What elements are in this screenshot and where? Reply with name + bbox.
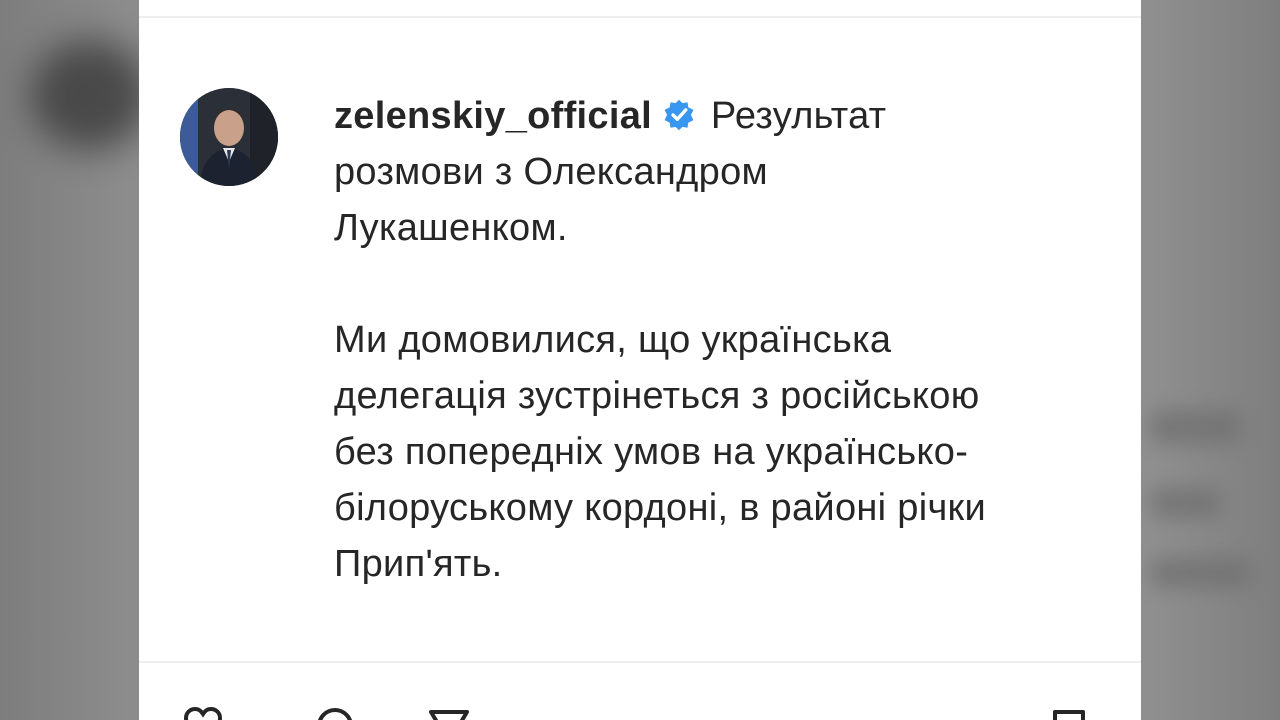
username-link[interactable]: zelenskiy_official	[334, 95, 652, 137]
bottom-divider	[139, 661, 1141, 663]
heart-icon[interactable]	[183, 706, 223, 720]
caption-line: білоруському кордоні, в районі річки	[334, 487, 986, 529]
action-bar	[139, 700, 1141, 720]
comment-icon[interactable]	[315, 706, 355, 720]
blurred-background-bar	[1150, 410, 1240, 444]
blurred-background-bar	[1150, 558, 1250, 588]
top-divider	[139, 16, 1141, 18]
blurred-background-shape	[30, 40, 150, 150]
avatar[interactable]	[180, 88, 278, 186]
caption-line: Прип'ять.	[334, 543, 503, 585]
caption-line: делегація зустрінеться з російською	[334, 375, 980, 417]
blurred-background-bar	[1150, 488, 1220, 518]
caption-first-line: zelenskiy_official Результат	[334, 88, 1124, 144]
caption-line: Ми домовилися, що українська	[334, 319, 892, 361]
caption-line: Результат	[710, 95, 887, 137]
caption-line: Лукашенком.	[334, 207, 568, 249]
avatar-portrait	[180, 88, 278, 186]
share-icon[interactable]	[429, 706, 469, 720]
verified-badge-icon	[664, 99, 694, 131]
caption-line: розмови з Олександром	[334, 151, 768, 193]
post-caption: zelenskiy_official Результат розмови з О…	[334, 88, 1124, 592]
bookmark-icon[interactable]	[1049, 706, 1089, 720]
caption-line: без попередніх умов на українсько-	[334, 431, 969, 473]
post-panel: zelenskiy_official Результат розмови з О…	[139, 0, 1141, 720]
